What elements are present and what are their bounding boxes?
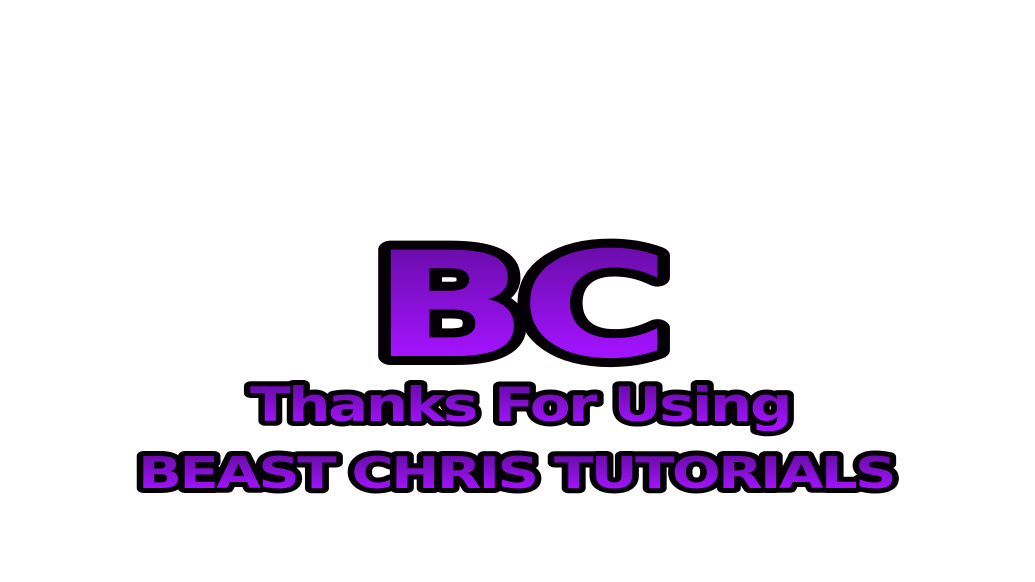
brand-name-line: BEAST CHRIS TUTORIALS xyxy=(138,448,894,499)
splash-screen: BC Thanks For Using BEAST CHRIS TUTORIAL… xyxy=(0,0,1035,582)
bc-logo-splash: BC Thanks For Using BEAST CHRIS TUTORIAL… xyxy=(0,0,1035,582)
logo-artwork: BC Thanks For Using BEAST CHRIS TUTORIAL… xyxy=(133,212,901,504)
logo-mark-bc: BC xyxy=(372,221,662,391)
thanks-line: Thanks For Using xyxy=(250,378,790,433)
